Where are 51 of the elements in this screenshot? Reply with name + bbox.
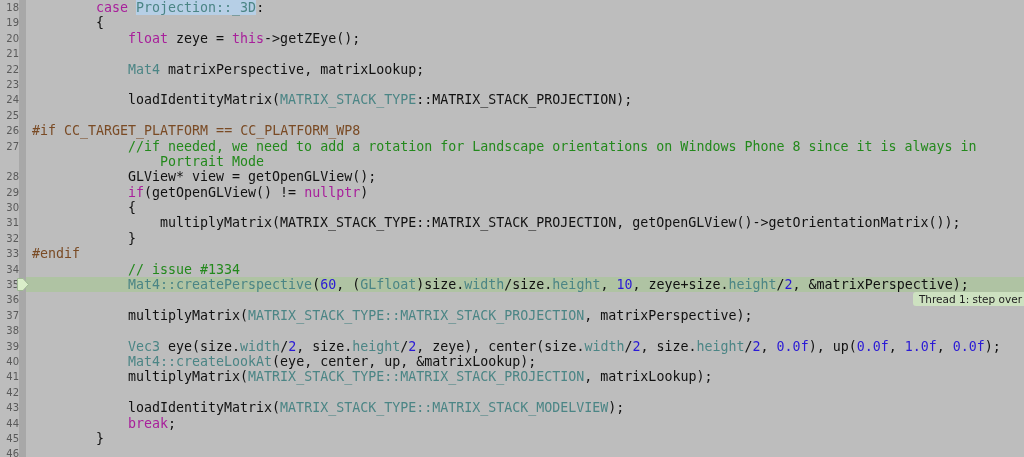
code-line: GLView* view = getOpenGLView(); — [127, 169, 378, 185]
line-number: 40 — [5, 355, 19, 369]
line-number: 28 — [5, 170, 19, 185]
line-number: 21 — [5, 47, 19, 62]
line-number: 36 — [5, 293, 19, 308]
line-number: 27 — [5, 139, 19, 154]
line-number: 18 — [5, 1, 19, 15]
code-line: loadIdentityMatrix(MATRIX_STACK_TYPE::MATRIX_STACK_PROJECTION); — [127, 92, 634, 108]
code-line: float zeye = this->getZEye(); — [127, 30, 362, 47]
line-number: 29 — [5, 185, 19, 200]
code-line: Portrait Mode — [159, 153, 266, 170]
code-line: } — [95, 430, 105, 447]
line-number: 34 — [5, 262, 19, 277]
line-number: 42 — [5, 385, 19, 400]
code-line: multiplyMatrix(MATRIX_STACK_TYPE::MATRIX_STACK_PROJECTION, matrixLookup); — [127, 369, 714, 385]
line-number: 23 — [5, 77, 19, 92]
code-line: #if CC_TARGET_PLATFORM == CC_PLATFORM_WP8 — [31, 123, 362, 139]
code-line: Mat4 matrixPerspective, matrixLookup; — [127, 61, 426, 77]
line-number: 43 — [5, 401, 19, 416]
line-number: 32 — [5, 231, 19, 246]
thread-status-label: Thread 1: step over — [912, 292, 1024, 307]
line-number: 46 — [5, 447, 19, 457]
line-number: 37 — [5, 308, 19, 323]
line-number: 20 — [5, 31, 19, 46]
line-number: 39 — [5, 339, 19, 354]
instruction-pointer-icon[interactable] — [17, 278, 29, 292]
code-line: // issue #1334 — [127, 261, 242, 278]
code-line: #endif — [31, 246, 82, 262]
code-line: } — [127, 230, 137, 247]
line-number: 38 — [5, 324, 19, 339]
line-number: 31 — [5, 216, 19, 231]
line-number: 22 — [5, 62, 19, 77]
line-number: 45 — [5, 431, 19, 446]
code-line: loadIdentityMatrix(MATRIX_STACK_TYPE::MATRIX_STACK_MODELVIEW); — [127, 400, 626, 416]
code-line: multiplyMatrix(MATRIX_STACK_TYPE::MATRIX_STACK_PROJECTION, getOpenGLView()->getOrientationMatrix()); — [159, 215, 962, 231]
code-line: { — [127, 200, 137, 216]
line-number: 41 — [5, 370, 19, 385]
code-line: break; — [127, 415, 178, 431]
code-line: //if needed, we need to add a rotation for Landscape orientations on Windows Phone 8 since it is always in — [128, 138, 978, 154]
code-line: if(getOpenGLView() != nullptr) — [127, 184, 370, 201]
line-number: 25 — [5, 108, 19, 123]
line-number: 33 — [5, 247, 19, 262]
code-line: multiplyMatrix(MATRIX_STACK_TYPE::MATRIX_STACK_PROJECTION, matrixPerspective); — [127, 307, 754, 324]
line-number: 24 — [5, 93, 19, 108]
code-line: Vec3 eye(size.width/2, size.height/2, zeye), center(size.width/2, size.height/2, 0.0f), up(0.0f, 1.0f, 0.0f); — [127, 338, 1002, 354]
line-number: 44 — [5, 416, 19, 431]
line-number: 26 — [5, 124, 19, 139]
code-line: Mat4::createLookAt(eye, center, up, &matrixLookup); — [127, 354, 538, 370]
line-number: 19 — [5, 16, 19, 31]
line-number: 30 — [5, 201, 19, 216]
code-line: { — [95, 15, 105, 31]
